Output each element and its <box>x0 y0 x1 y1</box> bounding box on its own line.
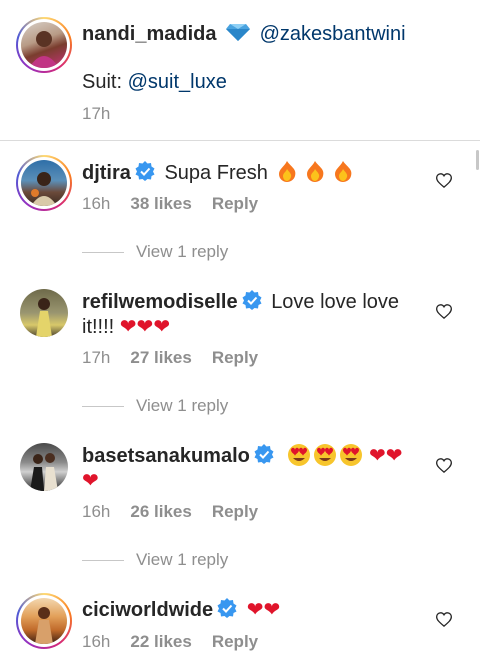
view-replies-link[interactable]: View 1 reply <box>82 550 228 570</box>
comment-likes[interactable]: 38 likes <box>130 194 191 213</box>
comment-likes[interactable]: 22 likes <box>130 632 191 651</box>
comment-likes[interactable]: 26 likes <box>130 502 191 521</box>
comment-username[interactable]: basetsanakumalo <box>82 445 250 467</box>
heart-outline-icon[interactable] <box>436 458 452 473</box>
caption-time: 17h <box>82 104 111 123</box>
reply-divider-line <box>82 252 124 254</box>
caption-mention-zakesbantwini[interactable]: @zakesbantwini <box>260 23 406 45</box>
verified-badge-icon <box>217 598 237 618</box>
heart-outline-icon[interactable] <box>436 173 452 188</box>
view-replies-label: View 1 reply <box>136 242 229 261</box>
comment-time: 16h <box>82 502 111 521</box>
caption-mention-suit-luxe[interactable]: @suit_luxe <box>128 71 227 93</box>
heart-outline-icon[interactable] <box>436 304 452 319</box>
reply-divider-line <box>82 406 124 408</box>
comment-likes[interactable]: 27 likes <box>130 348 191 367</box>
diamond-emoji-icon <box>226 24 251 41</box>
comment-username[interactable]: refilwemodiselle <box>82 291 238 313</box>
profile-photo-icon <box>31 172 57 206</box>
profile-photo-icon <box>29 31 59 68</box>
view-replies-label: View 1 reply <box>136 396 229 415</box>
red-heart-emoji-icon: ❤❤ <box>368 445 403 467</box>
caption-text: Suit: <box>82 71 128 93</box>
caption-avatar[interactable] <box>16 17 72 73</box>
comment-avatar[interactable] <box>16 155 72 211</box>
comment-text: Supa Fresh <box>164 162 268 184</box>
heart-outline-icon[interactable] <box>436 612 452 627</box>
heart-eyes-emoji-icon <box>288 444 363 466</box>
caption-divider <box>0 140 480 141</box>
comment-username[interactable]: djtira <box>82 162 131 184</box>
post-caption: nandi_madida @zakesbantwini Suit: @suit_… <box>0 0 480 140</box>
comment-text: Love love love <box>271 291 400 313</box>
reply-button[interactable]: Reply <box>212 502 258 521</box>
comment-time: 16h <box>82 194 111 213</box>
red-heart-emoji-icon: ❤❤❤ <box>119 316 171 338</box>
comment-avatar[interactable] <box>20 289 68 337</box>
reply-button[interactable]: Reply <box>212 348 258 367</box>
profile-photo-icon <box>30 453 58 491</box>
reply-button[interactable]: Reply <box>212 632 258 651</box>
profile-photo-icon <box>36 298 52 337</box>
comment-time: 16h <box>82 632 111 651</box>
comment-text-continued: it!!!! <box>82 316 115 338</box>
verified-badge-icon <box>254 444 274 464</box>
comment-avatar[interactable] <box>16 593 72 649</box>
comment-avatar[interactable] <box>20 443 68 491</box>
red-heart-emoji-icon: ❤ <box>82 470 99 492</box>
red-heart-emoji-icon: ❤❤ <box>246 599 281 621</box>
view-replies-link[interactable]: View 1 reply <box>82 396 228 416</box>
fire-emoji-icon <box>279 161 352 182</box>
caption-username[interactable]: nandi_madida <box>82 23 216 45</box>
reply-divider-line <box>82 560 124 562</box>
verified-badge-icon <box>242 290 262 310</box>
profile-photo-icon <box>35 607 53 644</box>
comment-time: 17h <box>82 348 111 367</box>
reply-button[interactable]: Reply <box>212 194 258 213</box>
view-replies-label: View 1 reply <box>136 550 229 569</box>
view-replies-link[interactable]: View 1 reply <box>82 242 228 262</box>
scrollbar[interactable] <box>476 150 479 170</box>
verified-badge-icon <box>135 161 155 181</box>
comment-username[interactable]: ciciworldwide <box>82 599 213 621</box>
